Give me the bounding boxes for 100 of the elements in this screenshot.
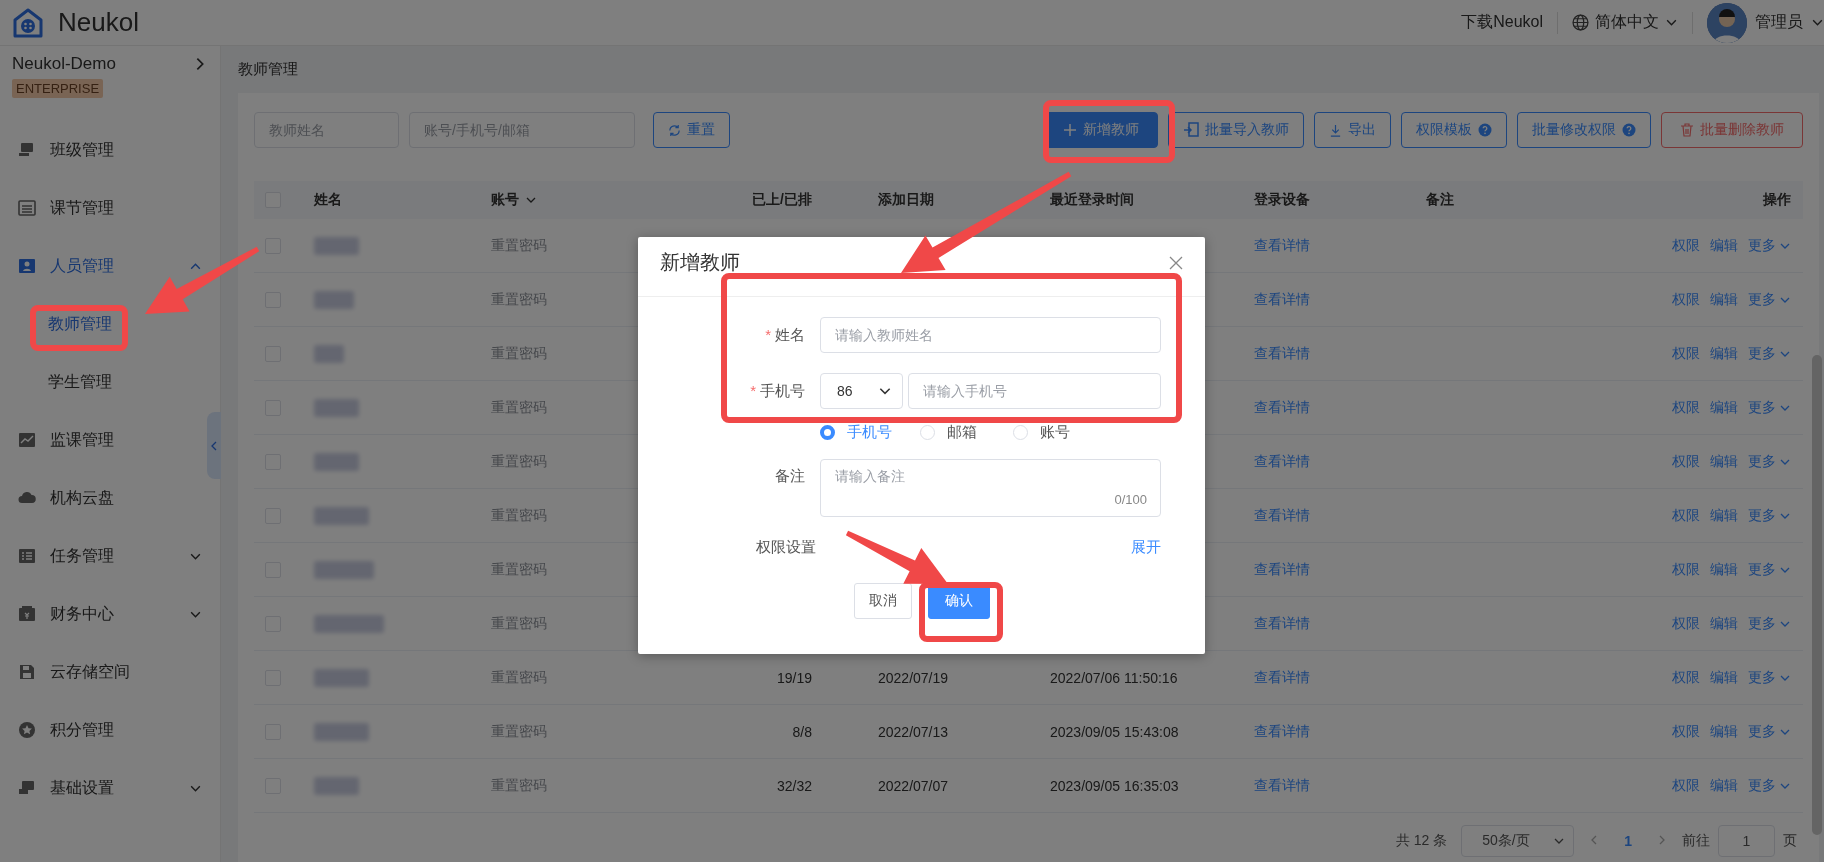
download-link[interactable]: 下载Neukol bbox=[1461, 12, 1543, 33]
row-action-link[interactable]: 权限 bbox=[1672, 452, 1700, 471]
radio-option[interactable]: 手机号 bbox=[820, 422, 920, 442]
row-action-link[interactable]: 编辑 bbox=[1710, 506, 1738, 525]
view-details-link[interactable]: 查看详情 bbox=[1254, 776, 1310, 795]
view-details-link[interactable]: 查看详情 bbox=[1254, 560, 1310, 579]
row-action-link[interactable]: 编辑 bbox=[1710, 560, 1738, 579]
view-details-link[interactable]: 查看详情 bbox=[1254, 290, 1310, 309]
more-dropdown[interactable]: 更多 bbox=[1748, 614, 1791, 633]
login-time: 2022/07/06 11:50:16 bbox=[1050, 669, 1178, 686]
globe-icon bbox=[1572, 14, 1589, 31]
collapse-sidebar-button[interactable] bbox=[207, 412, 221, 479]
more-dropdown[interactable]: 更多 bbox=[1748, 398, 1791, 417]
row-action-link[interactable]: 权限 bbox=[1672, 290, 1700, 309]
sidebar-item[interactable]: 基础设置 bbox=[0, 759, 220, 817]
organization-name[interactable]: Neukol-Demo bbox=[12, 54, 116, 74]
row-action-link[interactable]: 编辑 bbox=[1710, 452, 1738, 471]
language-selector[interactable]: 简体中文 bbox=[1595, 12, 1659, 33]
input-field[interactable]: 请输入教师姓名 bbox=[820, 317, 1161, 353]
character-counter: 0/100 bbox=[1114, 492, 1147, 507]
column-header: 姓名 bbox=[314, 191, 342, 209]
view-details-link[interactable]: 查看详情 bbox=[1254, 722, 1310, 741]
breadcrumb: 教师管理 bbox=[238, 60, 298, 79]
page-size-select[interactable]: 50条/页 bbox=[1461, 825, 1575, 857]
row-action-link[interactable]: 权限 bbox=[1672, 776, 1700, 795]
refresh-icon bbox=[668, 123, 681, 137]
more-dropdown[interactable]: 更多 bbox=[1748, 290, 1791, 309]
column-header[interactable]: 账号 bbox=[491, 191, 537, 209]
sidebar-item[interactable]: 云存储空间 bbox=[0, 643, 220, 701]
row-action-link[interactable]: 编辑 bbox=[1710, 776, 1738, 795]
radio-button[interactable] bbox=[820, 424, 835, 440]
more-dropdown[interactable]: 更多 bbox=[1748, 560, 1791, 579]
view-details-link[interactable]: 查看详情 bbox=[1254, 398, 1310, 417]
view-details-link[interactable]: 查看详情 bbox=[1254, 668, 1310, 687]
sidebar-item[interactable]: 财务中心 bbox=[0, 585, 220, 643]
sidebar-item[interactable]: 班级管理 bbox=[0, 121, 220, 179]
user-name[interactable]: 管理员 bbox=[1755, 12, 1803, 33]
permissions-label: 权限设置 bbox=[756, 537, 816, 557]
column-header: 登录设备 bbox=[1254, 191, 1310, 209]
redacted-name bbox=[314, 776, 359, 795]
more-dropdown[interactable]: 更多 bbox=[1748, 344, 1791, 363]
page-input[interactable]: 1 bbox=[1718, 825, 1775, 857]
row-action-link[interactable]: 权限 bbox=[1672, 344, 1700, 363]
toolbar-button[interactable]: 导出 bbox=[1314, 112, 1391, 148]
row-action-link[interactable]: 权限 bbox=[1672, 398, 1700, 417]
login-time: 2023/09/05 15:43:08 bbox=[1050, 723, 1179, 740]
avatar[interactable] bbox=[1707, 2, 1747, 43]
input-field[interactable]: 请输入手机号 bbox=[908, 373, 1161, 409]
more-dropdown[interactable]: 更多 bbox=[1748, 668, 1791, 687]
redacted-name bbox=[314, 452, 359, 471]
row-action-link[interactable]: 编辑 bbox=[1710, 344, 1738, 363]
more-dropdown[interactable]: 更多 bbox=[1748, 506, 1791, 525]
row-action-link[interactable]: 编辑 bbox=[1710, 290, 1738, 309]
scrollbar-thumb[interactable] bbox=[1812, 355, 1822, 835]
country-code-select[interactable]: 86 bbox=[820, 373, 903, 409]
field-label: 备注 bbox=[774, 466, 805, 486]
row-action-link[interactable]: 权限 bbox=[1672, 668, 1700, 687]
toolbar-button[interactable]: 批量导入教师 bbox=[1168, 112, 1304, 148]
row-action-link[interactable]: 权限 bbox=[1672, 560, 1700, 579]
total-count: 共 12 条 bbox=[1395, 832, 1448, 850]
import-icon bbox=[1183, 122, 1199, 138]
row-action-link[interactable]: 编辑 bbox=[1710, 398, 1738, 417]
row-action-link[interactable]: 权限 bbox=[1672, 506, 1700, 525]
row-action-link[interactable]: 权限 bbox=[1672, 614, 1700, 633]
cancel-button[interactable]: 取消 bbox=[853, 583, 912, 619]
view-details-link[interactable]: 查看详情 bbox=[1254, 344, 1310, 363]
reset-button[interactable]: 重置 bbox=[653, 112, 730, 148]
radio-option[interactable]: 邮箱 bbox=[920, 422, 1013, 442]
expand-link[interactable]: 展开 bbox=[1131, 537, 1161, 557]
list-icon bbox=[18, 547, 36, 565]
more-dropdown[interactable]: 更多 bbox=[1748, 776, 1791, 795]
toolbar-button[interactable]: 批量修改权限 bbox=[1517, 112, 1651, 148]
redacted-name bbox=[314, 668, 369, 687]
date-text: 2022/07/13 bbox=[878, 723, 949, 740]
toolbar-button[interactable]: 批量删除教师 bbox=[1661, 112, 1803, 148]
page-number[interactable]: 1 bbox=[1614, 833, 1642, 849]
view-details-link[interactable]: 查看详情 bbox=[1254, 236, 1310, 255]
more-dropdown[interactable]: 更多 bbox=[1748, 236, 1791, 255]
view-details-link[interactable]: 查看详情 bbox=[1254, 506, 1310, 525]
sidebar-subitem[interactable]: 学生管理 bbox=[0, 353, 220, 411]
sidebar-item[interactable]: 任务管理 bbox=[0, 527, 220, 585]
redacted-name bbox=[314, 344, 344, 363]
sidebar-item[interactable]: 积分管理 bbox=[0, 701, 220, 759]
row-action-link[interactable]: 权限 bbox=[1672, 236, 1700, 255]
row-action-link[interactable]: 编辑 bbox=[1710, 236, 1738, 255]
toolbar-button[interactable]: 权限模板 bbox=[1401, 112, 1507, 148]
sidebar-item[interactable]: 课节管理 bbox=[0, 179, 220, 237]
edition-badge: ENTERPRISE bbox=[12, 79, 104, 98]
more-dropdown[interactable]: 更多 bbox=[1748, 452, 1791, 471]
view-details-link[interactable]: 查看详情 bbox=[1254, 452, 1310, 471]
column-header: 已上/已排 bbox=[752, 191, 812, 209]
row-action-link[interactable]: 权限 bbox=[1672, 722, 1700, 741]
radio-option[interactable]: 账号 bbox=[1013, 422, 1113, 442]
row-action-link[interactable]: 编辑 bbox=[1710, 722, 1738, 741]
user-card-icon bbox=[18, 257, 36, 275]
more-dropdown[interactable]: 更多 bbox=[1748, 722, 1791, 741]
row-action-link[interactable]: 编辑 bbox=[1710, 614, 1738, 633]
view-details-link[interactable]: 查看详情 bbox=[1254, 614, 1310, 633]
row-action-link[interactable]: 编辑 bbox=[1710, 668, 1738, 687]
close-icon[interactable] bbox=[1169, 255, 1183, 270]
